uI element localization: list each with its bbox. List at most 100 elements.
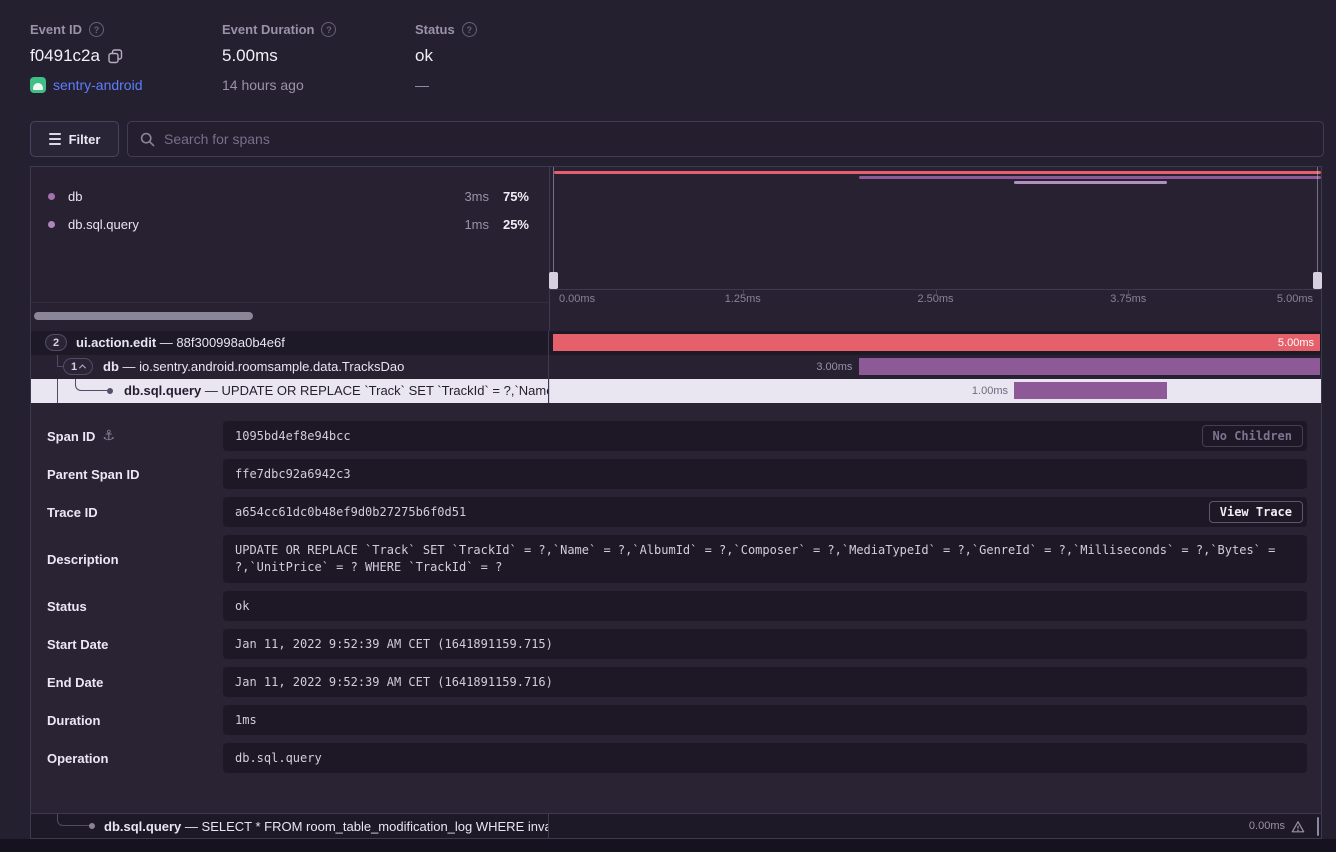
span-bar[interactable]: [1014, 382, 1167, 399]
no-children-button[interactable]: No Children: [1202, 425, 1303, 447]
event-id-block: Event ID ? f0491c2a sentry-android: [30, 22, 143, 93]
detail-value: ffe7dbc92a6942c3: [223, 459, 1307, 489]
detail-row-start-date: Start Date Jan 11, 2022 9:52:39 AM CET (…: [31, 629, 1321, 659]
span-bar[interactable]: [553, 334, 1320, 351]
tree-node-dot: [89, 823, 95, 829]
span-search[interactable]: [127, 121, 1324, 157]
detail-label: Trace ID: [47, 505, 98, 520]
detail-value: Jan 11, 2022 9:52:39 AM CET (1641891159.…: [223, 667, 1307, 697]
axis-tick: 3.75ms: [1110, 293, 1146, 305]
axis-tick: 2.50ms: [917, 293, 953, 305]
help-icon[interactable]: ?: [462, 22, 477, 37]
detail-row-duration: Duration 1ms: [31, 705, 1321, 735]
op-name: db: [68, 189, 447, 204]
help-icon[interactable]: ?: [89, 22, 104, 37]
detail-label: Operation: [47, 751, 108, 766]
span-op: ui.action.edit: [76, 335, 156, 350]
span-row-ui-action-edit[interactable]: 2 ui.action.edit — 88f300998a0b4e6f 5.00…: [31, 331, 1321, 355]
minimap-span-ui-action-edit: [554, 171, 1321, 174]
status-label: Status: [415, 22, 455, 37]
view-trace-button[interactable]: View Trace: [1209, 501, 1303, 523]
event-id-value: f0491c2a: [30, 46, 100, 66]
copy-icon[interactable]: [108, 49, 123, 64]
event-duration-block: Event Duration ? 5.00ms 14 hours ago: [222, 22, 336, 93]
detail-label: Status: [47, 599, 87, 614]
viewport-handle-left[interactable]: [549, 272, 558, 289]
detail-value: a654cc61dc0b48ef9d0b27275b6f0d51 View Tr…: [223, 497, 1307, 527]
tree-node-dot: [107, 388, 113, 394]
filter-button-label: Filter: [69, 132, 101, 147]
span-op: db.sql.query: [104, 819, 181, 834]
detail-row-operation: Operation db.sql.query: [31, 743, 1321, 773]
span-description: UPDATE OR REPLACE `Track` SET `TrackId` …: [222, 383, 549, 398]
span-op: db.sql.query: [124, 383, 201, 398]
chevron-up-icon: [79, 364, 86, 371]
legend-item-db[interactable]: db 3ms 75%: [31, 186, 549, 206]
event-status-block: Status ? ok —: [415, 22, 477, 93]
event-duration-value: 5.00ms: [222, 46, 278, 66]
event-id-label: Event ID: [30, 22, 82, 37]
minimap-span-db: [859, 176, 1321, 179]
detail-value: db.sql.query: [223, 743, 1307, 773]
span-description: 88f300998a0b4e6f: [176, 335, 284, 350]
viewport-guide-left: [553, 167, 554, 273]
search-input[interactable]: [164, 131, 1323, 147]
op-name: db.sql.query: [68, 217, 447, 232]
detail-row-end-date: End Date Jan 11, 2022 9:52:39 AM CET (16…: [31, 667, 1321, 697]
detail-value: UPDATE OR REPLACE `Track` SET `TrackId` …: [223, 535, 1307, 583]
project-link[interactable]: sentry-android: [53, 77, 143, 93]
warning-icon: [1291, 820, 1305, 834]
child-count-badge-collapse[interactable]: 1: [63, 358, 93, 375]
status-sub: —: [415, 77, 429, 93]
span-op: db: [103, 359, 119, 374]
child-count-badge[interactable]: 2: [45, 334, 67, 351]
status-value: ok: [415, 46, 433, 66]
span-duration: 1.00ms: [972, 379, 1008, 403]
horizontal-scrollbar-thumb[interactable]: [34, 312, 253, 320]
op-color-dot: [48, 221, 55, 228]
op-percentage: 75%: [489, 189, 529, 204]
span-detail-panel: Span ID ⚓ 1095bd4ef8e94bcc No Children P…: [31, 403, 1321, 813]
op-percentage: 25%: [489, 217, 529, 232]
detail-value: Jan 11, 2022 9:52:39 AM CET (1641891159.…: [223, 629, 1307, 659]
detail-label: Start Date: [47, 637, 108, 652]
trace-view: db 3ms 75% db.sql.query 1ms 25%: [30, 166, 1322, 839]
minimap-chart[interactable]: [550, 167, 1321, 289]
event-age: 14 hours ago: [222, 77, 304, 93]
span-description: SELECT * FROM room_table_modification_lo…: [202, 819, 549, 834]
detail-label: Span ID: [47, 429, 95, 444]
viewport-handle-right[interactable]: [1313, 272, 1322, 289]
span-detail-page: Event ID ? f0491c2a sentry-android Event…: [0, 0, 1336, 852]
detail-label: Description: [47, 552, 119, 567]
legend-item-db-sql-query[interactable]: db.sql.query 1ms 25%: [31, 214, 549, 234]
help-icon[interactable]: ?: [321, 22, 336, 37]
span-row-db-sql-query-selected[interactable]: db.sql.query — UPDATE OR REPLACE `Track`…: [31, 379, 1321, 403]
search-icon: [140, 132, 155, 147]
span-duration: 0.00ms: [1249, 814, 1285, 839]
detail-row-status: Status ok: [31, 591, 1321, 621]
span-duration: 3.00ms: [816, 355, 852, 379]
detail-label: Parent Span ID: [47, 467, 139, 482]
op-duration: 1ms: [447, 217, 489, 232]
axis-tick: 1.25ms: [725, 293, 761, 305]
anchor-icon[interactable]: ⚓: [102, 429, 115, 443]
detail-row-span-id: Span ID ⚓ 1095bd4ef8e94bcc No Children: [31, 421, 1321, 451]
detail-value: 1095bd4ef8e94bcc No Children: [223, 421, 1307, 451]
viewport-guide-right: [1317, 167, 1318, 273]
detail-value: 1ms: [223, 705, 1307, 735]
android-platform-icon: [30, 77, 46, 93]
span-row-db-sql-query-select[interactable]: db.sql.query — SELECT * FROM room_table_…: [31, 813, 1321, 838]
zero-duration-span-marker[interactable]: [1317, 817, 1319, 836]
detail-row-description: Description UPDATE OR REPLACE `Track` SE…: [31, 535, 1321, 583]
detail-value: ok: [223, 591, 1307, 621]
filter-button[interactable]: Filter: [30, 121, 119, 157]
span-description: io.sentry.android.roomsample.data.Tracks…: [139, 359, 404, 374]
bottom-gutter: [0, 839, 1336, 852]
detail-label: Duration: [47, 713, 100, 728]
span-bar[interactable]: [859, 358, 1320, 375]
ops-breakdown-panel: db 3ms 75% db.sql.query 1ms 25%: [31, 167, 549, 331]
span-row-db[interactable]: 1 db — io.sentry.android.roomsample.data…: [31, 355, 1321, 379]
time-axis: 0.00ms 1.25ms 2.50ms 3.75ms 5.00ms: [550, 289, 1321, 309]
op-color-dot: [48, 193, 55, 200]
trace-minimap[interactable]: 0.00ms 1.25ms 2.50ms 3.75ms 5.00ms: [549, 167, 1321, 331]
